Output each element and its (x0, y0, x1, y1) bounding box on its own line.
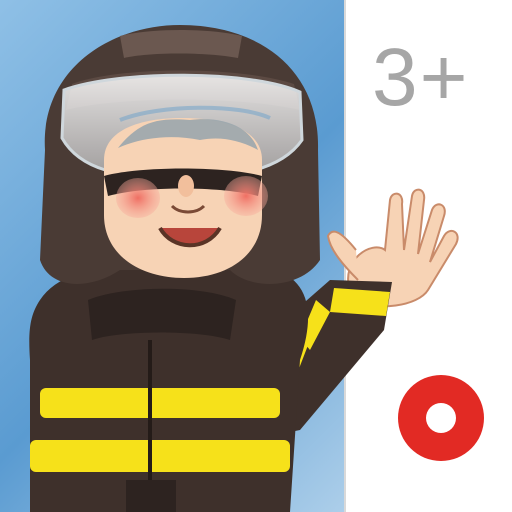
age-rating-label: 3+ (372, 32, 470, 123)
app-icon: 3+ (0, 0, 512, 512)
fire-coat (29, 266, 309, 512)
red-ring-logo-icon (398, 375, 484, 461)
